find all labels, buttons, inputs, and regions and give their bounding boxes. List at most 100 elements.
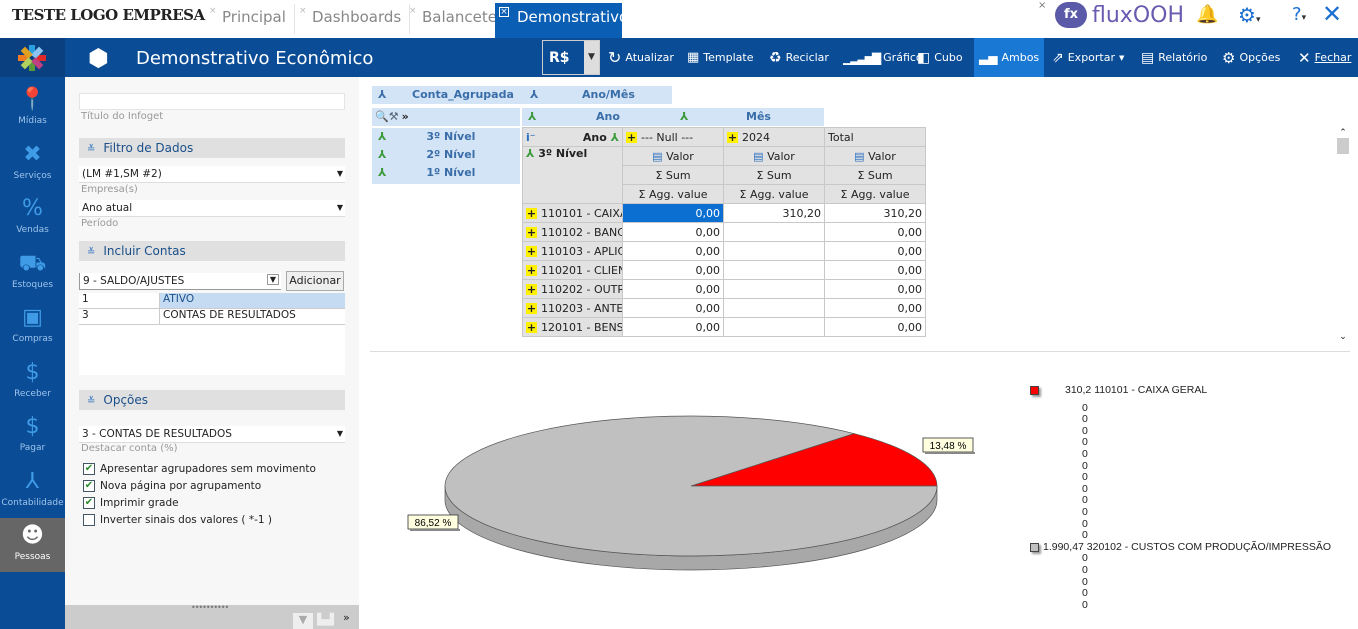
currency-select[interactable]: R$ ▼ bbox=[542, 40, 600, 75]
report-button[interactable]: ▤ Relatório bbox=[1136, 38, 1212, 77]
filter-section-header[interactable]: ≚ Filtro de Dados bbox=[79, 138, 345, 158]
table-cell[interactable]: 0,00 bbox=[824, 260, 926, 280]
scroll-thumb[interactable] bbox=[1337, 138, 1349, 154]
close-app-icon[interactable]: ✕ bbox=[1322, 0, 1342, 28]
sidebar-item-serviços[interactable]: ✖ Serviços bbox=[0, 137, 65, 191]
table-cell[interactable]: 0,00 bbox=[824, 298, 926, 318]
include-section-header[interactable]: ≚ Incluir Contas bbox=[79, 241, 345, 261]
table-cell[interactable]: 0,00 bbox=[824, 241, 926, 261]
scroll-up-icon[interactable]: ⌃ bbox=[1336, 128, 1350, 138]
close-icon[interactable]: × bbox=[299, 6, 307, 16]
cube-button[interactable]: ◧ Cubo bbox=[912, 38, 968, 77]
resize-grip[interactable]: •••••••••• bbox=[191, 603, 229, 612]
sidebar-item-compras[interactable]: ▣ Compras bbox=[0, 300, 65, 354]
scroll-down-icon[interactable]: ⌄ bbox=[1336, 332, 1350, 342]
gear-icon[interactable]: ⚙▾ bbox=[1238, 3, 1260, 27]
options-button[interactable]: ⚙ Opções bbox=[1217, 38, 1285, 77]
expand-icon[interactable]: + bbox=[526, 245, 537, 257]
field-3-nivel[interactable]: ⅄ 3º Nível bbox=[372, 128, 520, 146]
table-cell[interactable] bbox=[723, 222, 825, 242]
more-icon[interactable]: » bbox=[399, 110, 409, 123]
vertical-scrollbar[interactable]: ⌃ ⌄ bbox=[1336, 128, 1350, 342]
table-cell[interactable]: 0,00 bbox=[622, 222, 724, 242]
field-1-nivel[interactable]: ⅄ 1º Nível bbox=[372, 164, 520, 182]
table-cell[interactable]: 0,00 bbox=[622, 203, 724, 223]
table-cell[interactable]: 0,00 bbox=[824, 222, 926, 242]
close-icon[interactable]: × bbox=[209, 6, 217, 16]
field-ano[interactable]: Ano bbox=[596, 108, 620, 126]
expand-icon[interactable]: + bbox=[526, 226, 537, 238]
more-icon[interactable]: » bbox=[343, 611, 350, 624]
expand-icon[interactable]: + bbox=[526, 264, 537, 276]
table-cell[interactable]: 0,00 bbox=[824, 317, 926, 337]
table-cell[interactable]: 0,00 bbox=[622, 298, 724, 318]
refresh-button[interactable]: ↻ Atualizar bbox=[603, 38, 679, 77]
close-button[interactable]: ✕ Fechar bbox=[1293, 38, 1356, 77]
expand-icon[interactable]: + bbox=[526, 283, 537, 295]
bar-chart-icon[interactable]: ▙▟ bbox=[317, 613, 334, 626]
option-checkbox[interactable]: ✔ Imprimir grade bbox=[83, 497, 179, 509]
sidebar-item-contabilidade[interactable]: ⅄ Contabilidade bbox=[0, 464, 65, 518]
sidebar-item-pessoas[interactable]: ☻ Pessoas bbox=[0, 518, 65, 572]
template-button[interactable]: ▦ Template bbox=[682, 38, 759, 77]
close-icon[interactable]: × bbox=[1038, 0, 1046, 11]
checkbox-checked-icon[interactable]: ✔ bbox=[83, 480, 95, 492]
tab-principal[interactable]: × Principal bbox=[200, 4, 295, 34]
row-header[interactable]: +110202 - OUTRO bbox=[522, 279, 623, 299]
option-checkbox[interactable]: Inverter sinais dos valores ( *-1 ) bbox=[83, 514, 272, 526]
tab-dashboards[interactable]: × Dashboards bbox=[290, 4, 411, 34]
row-header[interactable]: +110103 - APLICA bbox=[522, 241, 623, 261]
row-header[interactable]: +120101 - BENS bbox=[522, 317, 623, 337]
table-cell[interactable] bbox=[723, 260, 825, 280]
expand-icon[interactable]: + bbox=[526, 321, 537, 333]
sidebar-item-pagar[interactable]: $ Pagar bbox=[0, 409, 65, 463]
sidebar-item-vendas[interactable]: % Vendas bbox=[0, 191, 65, 245]
sidebar-item-estoques[interactable]: ⛟ Estoques bbox=[0, 246, 65, 300]
expand-icon[interactable]: + bbox=[727, 131, 738, 143]
add-button[interactable]: Adicionar bbox=[286, 271, 344, 291]
table-cell[interactable]: 0,00 bbox=[622, 279, 724, 299]
options-section-header[interactable]: ≚ Opções bbox=[79, 390, 345, 410]
close-icon[interactable]: × bbox=[409, 6, 417, 16]
table-cell[interactable]: 310,20 bbox=[824, 203, 926, 223]
layout-icon[interactable]: i⁻ bbox=[526, 131, 536, 144]
option-checkbox[interactable]: ✔ Apresentar agrupadores sem movimento bbox=[83, 463, 316, 475]
help-icon[interactable]: ?▾ bbox=[1292, 4, 1306, 25]
table-cell[interactable] bbox=[723, 298, 825, 318]
expand-icon[interactable]: + bbox=[526, 302, 537, 314]
table-cell[interactable]: 0,00 bbox=[824, 279, 926, 299]
checkbox-unchecked-icon[interactable] bbox=[83, 514, 95, 526]
tab-balancete[interactable]: × Balancete bbox=[400, 4, 505, 34]
table-cell[interactable] bbox=[723, 317, 825, 337]
chevron-down-icon[interactable]: ▼ bbox=[584, 41, 599, 74]
empresas-select[interactable]: (LM #1,SM #2) ▼ bbox=[79, 166, 345, 183]
periodo-select[interactable]: Ano atual ▼ bbox=[79, 200, 345, 217]
table-cell[interactable]: 0,00 bbox=[622, 241, 724, 261]
list-item[interactable]: 3 CONTAS DE RESULTADOS bbox=[79, 309, 345, 325]
tab-demonstrativo[interactable]: × Demonstrativo bbox=[495, 3, 628, 38]
row-header[interactable]: +110101 - CAIXA bbox=[522, 203, 623, 223]
field-ano-mes[interactable]: Ano/Mês bbox=[582, 86, 635, 104]
account-select[interactable]: 9 - SALDO/AJUSTES ▼ bbox=[79, 273, 281, 290]
expand-icon[interactable]: + bbox=[526, 207, 537, 219]
row-header[interactable]: +110201 - CLIENT bbox=[522, 260, 623, 280]
sidebar-item-receber[interactable]: $ Receber bbox=[0, 355, 65, 409]
field-2-nivel[interactable]: ⅄ 2º Nível bbox=[372, 146, 520, 164]
column-header[interactable]: Total bbox=[824, 127, 926, 147]
bell-icon[interactable]: 🔔 bbox=[1196, 4, 1218, 25]
field-conta-agrupada[interactable]: Conta_Agrupada bbox=[412, 86, 514, 104]
row-header[interactable]: +110102 - BANCO bbox=[522, 222, 623, 242]
sidebar-item-mídias[interactable]: 📍 Mídias bbox=[0, 82, 65, 136]
list-item[interactable]: 1 ATIVO bbox=[79, 293, 345, 309]
title-input[interactable] bbox=[79, 93, 345, 110]
expand-icon[interactable]: + bbox=[626, 131, 637, 143]
both-button[interactable]: ▃▅ Ambos bbox=[974, 38, 1044, 77]
search-tools-icon[interactable]: 🔍⚒ bbox=[372, 110, 399, 123]
highlight-select[interactable]: 3 - CONTAS DE RESULTADOS ▼ bbox=[79, 426, 345, 443]
column-header[interactable]: + --- Null --- bbox=[622, 127, 724, 147]
export-button[interactable]: ⇗ Exportar ▼ bbox=[1047, 38, 1129, 77]
option-checkbox[interactable]: ✔ Nova página por agrupamento bbox=[83, 480, 261, 492]
table-cell[interactable] bbox=[723, 279, 825, 299]
table-cell[interactable]: 310,20 bbox=[723, 203, 825, 223]
filter-icon[interactable]: ▼ bbox=[293, 613, 313, 629]
